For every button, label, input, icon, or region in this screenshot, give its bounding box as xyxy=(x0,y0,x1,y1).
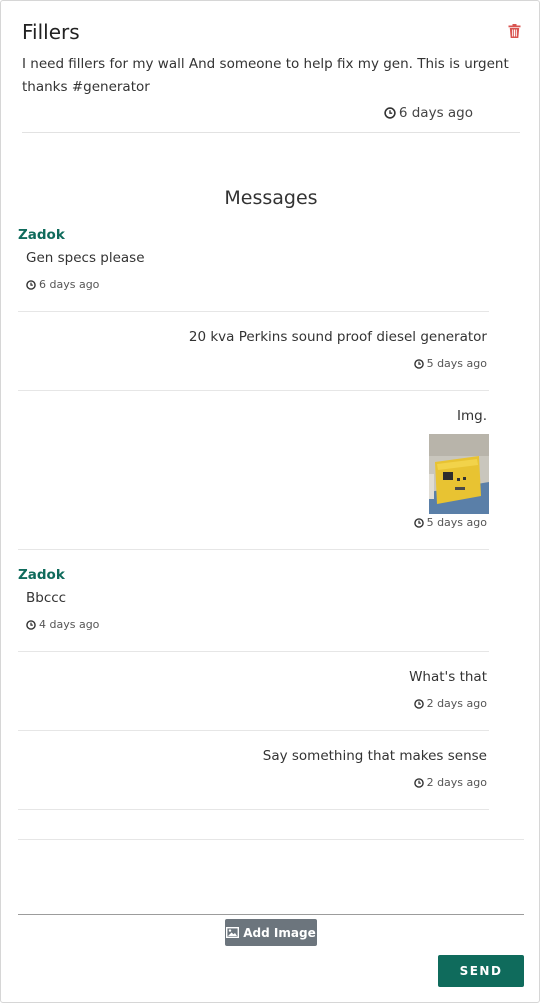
message-time-text: 4 days ago xyxy=(39,618,100,631)
trash-icon[interactable] xyxy=(508,24,521,38)
clock-icon xyxy=(413,517,424,528)
message-divider xyxy=(18,549,489,550)
message-divider xyxy=(18,730,489,731)
message-image-thumbnail[interactable] xyxy=(429,434,489,514)
message-input[interactable] xyxy=(18,840,524,915)
message-sender[interactable]: Zadok xyxy=(18,227,65,243)
message-timestamp: 5 days ago xyxy=(413,357,487,370)
image-icon xyxy=(226,927,240,938)
messages-heading: Messages xyxy=(224,187,318,209)
message-time-text: 5 days ago xyxy=(426,516,487,529)
message-text: Gen specs please xyxy=(26,250,145,266)
message-timestamp: 2 days ago xyxy=(413,776,487,789)
post-timestamp: 6 days ago xyxy=(384,105,473,121)
message-time-text: 2 days ago xyxy=(426,776,487,789)
add-image-button[interactable]: Add Image xyxy=(225,919,317,946)
message-timestamp: 4 days ago xyxy=(26,618,99,631)
message-divider xyxy=(18,390,489,391)
message-text: Img. xyxy=(457,408,487,424)
add-image-label: Add Image xyxy=(243,925,316,940)
post-body: I need fillers for my wall And someone t… xyxy=(22,56,509,95)
message-timestamp: 6 days ago xyxy=(26,278,99,291)
message-time-text: 5 days ago xyxy=(426,357,487,370)
send-button[interactable]: SEND xyxy=(438,955,524,987)
divider xyxy=(22,132,520,133)
clock-icon xyxy=(26,619,36,630)
message-timestamp: 5 days ago xyxy=(413,516,487,529)
clock-icon xyxy=(413,777,424,788)
clock-icon xyxy=(413,358,424,369)
message-divider xyxy=(18,311,489,312)
message-time-text: 2 days ago xyxy=(426,697,487,710)
message-divider xyxy=(18,809,489,810)
clock-icon xyxy=(384,107,396,119)
post-time-text: 6 days ago xyxy=(398,105,473,121)
message-text: 20 kva Perkins sound proof diesel genera… xyxy=(188,329,487,345)
message-timestamp: 2 days ago xyxy=(413,697,487,710)
clock-icon xyxy=(26,279,36,290)
message-text: Say something that makes sense xyxy=(262,748,487,764)
message-time-text: 6 days ago xyxy=(39,278,100,291)
post-card: Fillers I need fillers for my wall And s… xyxy=(0,0,540,1003)
post-title: Fillers xyxy=(22,20,80,44)
message-divider xyxy=(18,651,489,652)
message-sender[interactable]: Zadok xyxy=(18,567,65,583)
clock-icon xyxy=(413,698,424,709)
message-text: What's that xyxy=(409,669,487,685)
message-text: Bbccc xyxy=(26,590,67,606)
